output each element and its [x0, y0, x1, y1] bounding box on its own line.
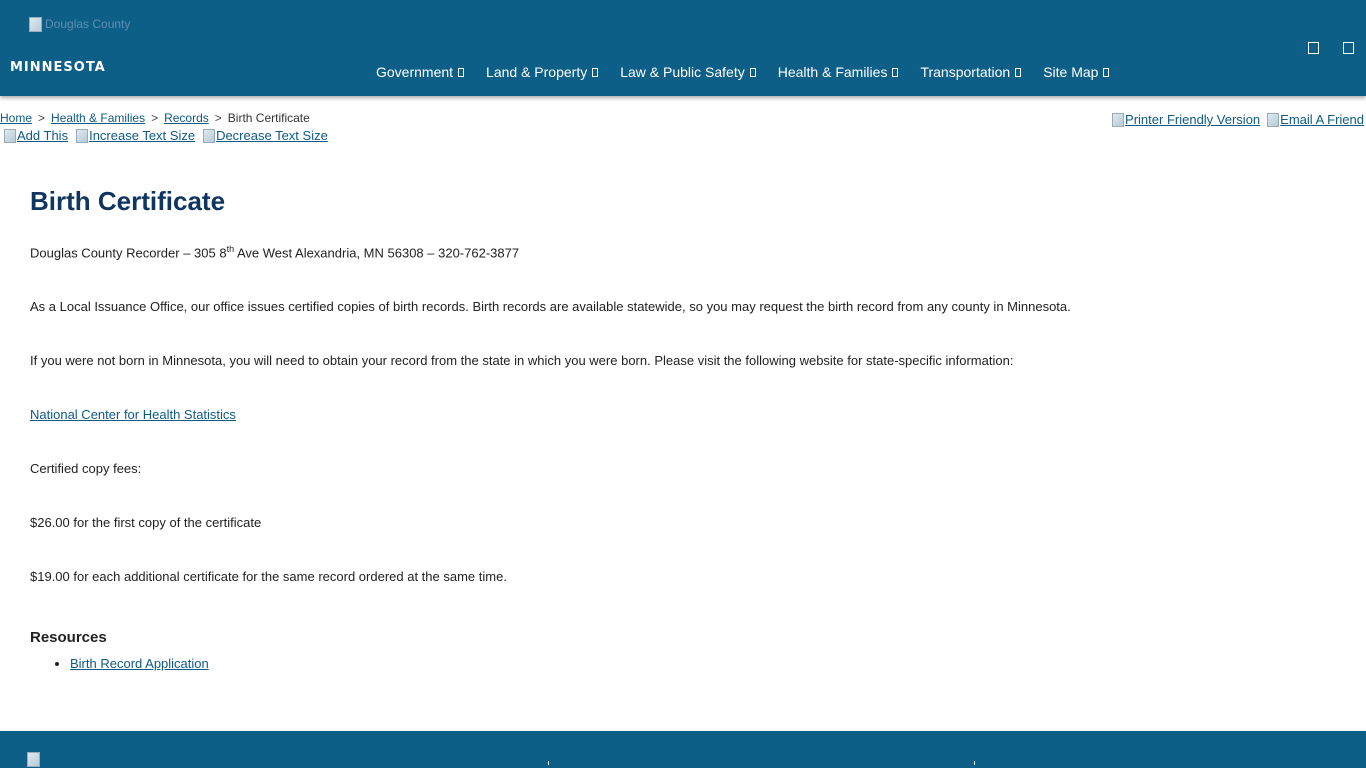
- email-friend-label: Email A Friend: [1280, 112, 1364, 127]
- nav-land-property[interactable]: Land & Property: [486, 64, 599, 80]
- site-logo[interactable]: Douglas County: [29, 17, 137, 37]
- nav-label: Government: [376, 64, 454, 80]
- printer-friendly-link[interactable]: Printer Friendly Version: [1112, 112, 1260, 127]
- increase-text-icon: [76, 128, 89, 143]
- printer-icon: [1112, 112, 1125, 127]
- footer-logo[interactable]: [27, 752, 107, 768]
- add-this-icon: [4, 128, 16, 143]
- decrease-text-label: Decrease Text Size: [216, 128, 328, 143]
- main-nav: Government Land & Property Law & Public …: [376, 64, 1131, 80]
- page-tools-left: Add This Increase Text Size Decrease Tex…: [4, 128, 328, 143]
- email-friend-link[interactable]: Email A Friend: [1267, 112, 1364, 127]
- breadcrumb-current: Birth Certificate: [227, 111, 310, 125]
- nav-government[interactable]: Government: [376, 64, 465, 80]
- printer-friendly-label: Printer Friendly Version: [1125, 112, 1261, 127]
- breadcrumb-home[interactable]: Home: [0, 111, 32, 125]
- address-text-rest: Ave West Alexandria, MN 56308 – 320-762-…: [234, 245, 520, 261]
- address-superscript: th: [226, 244, 235, 254]
- menu-icon[interactable]: [1343, 42, 1354, 54]
- breadcrumb-records[interactable]: Records: [164, 111, 209, 125]
- nav-label: Law & Public Safety: [620, 64, 745, 80]
- chevron-down-icon: [592, 67, 599, 77]
- main-content: Birth Certificate Douglas County Recorde…: [30, 186, 1330, 671]
- nav-health-families[interactable]: Health & Families: [778, 64, 899, 80]
- decrease-text-icon: [203, 128, 216, 143]
- nav-label: Site Map: [1043, 64, 1099, 80]
- fee-additional-copy: $19.00 for each additional certificate f…: [30, 569, 507, 585]
- resources-list: Birth Record Application: [30, 656, 1330, 671]
- search-icon[interactable]: [1308, 42, 1319, 54]
- birth-record-application-link[interactable]: Birth Record Application: [70, 656, 209, 671]
- broken-image-icon: [27, 752, 40, 767]
- nav-label: Transportation: [920, 64, 1011, 80]
- chevron-down-icon: [458, 67, 465, 77]
- email-icon: [1267, 112, 1280, 127]
- footer-divider: [548, 761, 553, 765]
- recorder-address: Douglas County Recorder – 305 8th Ave We…: [30, 241, 1330, 261]
- add-this-label: Add This: [17, 128, 69, 143]
- nav-transportation[interactable]: Transportation: [920, 64, 1022, 80]
- page-tools-right: Printer Friendly Version Email A Friend: [1112, 112, 1364, 127]
- page-title: Birth Certificate: [30, 186, 226, 216]
- nav-label: Health & Families: [777, 64, 888, 80]
- increase-text-label: Increase Text Size: [89, 128, 196, 143]
- breadcrumb-separator: >: [214, 111, 222, 125]
- site-footer: [0, 731, 1366, 768]
- fees-label: Certified copy fees:: [30, 461, 142, 477]
- nav-label: Land & Property: [486, 64, 588, 80]
- chevron-down-icon: [1015, 67, 1022, 77]
- site-header: Douglas County MINNESOTA Government Land…: [0, 0, 1366, 96]
- issuance-paragraph: As a Local Issuance Office, our office i…: [30, 299, 1071, 315]
- nchs-link[interactable]: National Center for Health Statistics: [30, 407, 236, 422]
- logo-state-text: MINNESOTA: [10, 60, 106, 75]
- logo-alt-text: Douglas County: [45, 17, 131, 31]
- decrease-text-link[interactable]: Decrease Text Size: [203, 128, 328, 143]
- nav-site-map[interactable]: Site Map: [1043, 64, 1110, 80]
- breadcrumb: Home > Health & Families > Records > Birth Cer…: [0, 111, 310, 125]
- increase-text-link[interactable]: Increase Text Size: [76, 128, 195, 143]
- breadcrumb-separator: >: [151, 111, 159, 125]
- resources-heading: Resources: [30, 629, 107, 647]
- chevron-down-icon: [1103, 67, 1110, 77]
- breadcrumb-separator: >: [38, 111, 46, 125]
- not-born-paragraph: If you were not born in Minnesota, you w…: [30, 353, 1014, 369]
- nchs-paragraph: National Center for Health Statistics: [30, 407, 1330, 423]
- chevron-down-icon: [892, 67, 899, 77]
- breadcrumb-health-families[interactable]: Health & Families: [51, 111, 145, 125]
- address-text: Douglas County Recorder – 305 8: [30, 245, 227, 261]
- fee-first-copy: $26.00 for the first copy of the certifi…: [30, 515, 262, 531]
- add-this-link[interactable]: Add This: [4, 128, 68, 143]
- list-item: Birth Record Application: [70, 656, 1330, 671]
- chevron-down-icon: [749, 67, 756, 77]
- broken-image-icon: [29, 17, 42, 32]
- nav-law-public-safety[interactable]: Law & Public Safety: [620, 64, 756, 80]
- footer-divider: [974, 761, 979, 765]
